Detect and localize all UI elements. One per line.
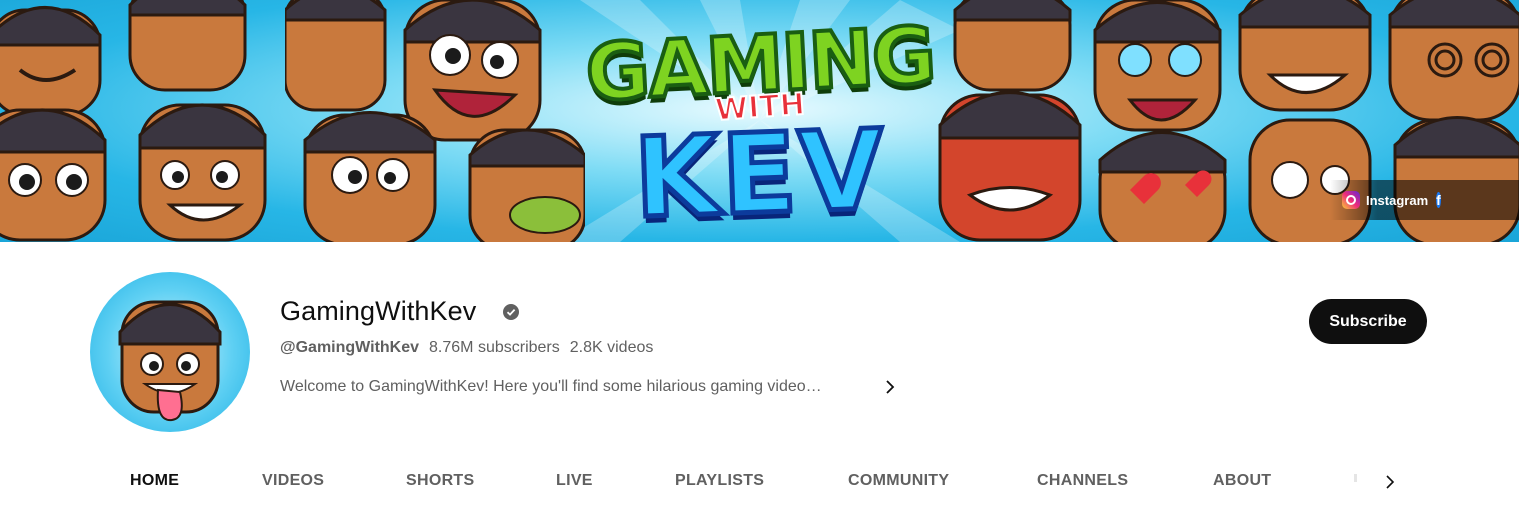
tab-playlists[interactable]: PLAYLISTS — [675, 456, 764, 507]
channel-handle: @GamingWithKev — [280, 339, 420, 356]
facebook-link[interactable]: f — [1436, 190, 1441, 210]
banner-logo-kev: KEV — [630, 103, 891, 242]
tab-shorts[interactable]: SHORTS — [406, 456, 474, 507]
channel-avatar[interactable] — [90, 272, 250, 432]
tab-overflow-fade — [1354, 474, 1357, 482]
tab-channels[interactable]: CHANNELS — [1037, 456, 1128, 507]
tab-live[interactable]: LIVE — [556, 456, 593, 507]
chevron-right-icon[interactable] — [880, 377, 900, 397]
instagram-link[interactable]: Instagram — [1342, 191, 1428, 209]
channel-banner: GAMING WITH KEV Instagram f — [0, 0, 1519, 242]
instagram-link-label: Instagram — [1366, 192, 1429, 208]
avatar-character-image — [118, 300, 222, 422]
instagram-icon — [1342, 191, 1360, 209]
channel-description[interactable]: Welcome to GamingWithKev! Here you'll fi… — [280, 378, 822, 396]
tab-videos[interactable]: VIDEOS — [262, 456, 324, 507]
subscribe-button[interactable]: Subscribe — [1309, 299, 1427, 344]
tab-home[interactable]: HOME — [130, 456, 179, 507]
channel-tabs: HOME VIDEOS SHORTS LIVE PLAYLISTS COMMUN… — [95, 456, 1425, 507]
banner-character-group-left — [0, 0, 267, 242]
tab-community[interactable]: COMMUNITY — [848, 456, 949, 507]
channel-name: GamingWithKev — [280, 296, 477, 326]
tab-about[interactable]: ABOUT — [1213, 456, 1271, 507]
banner-character-group-center-right — [938, 0, 1227, 242]
banner-logo: GAMING WITH KEV — [560, 9, 960, 242]
video-count: 2.8K videos — [569, 339, 654, 356]
facebook-icon: f — [1436, 192, 1441, 208]
verified-check-icon — [503, 304, 519, 320]
tabs-scroll-right-icon[interactable] — [1380, 472, 1400, 492]
channel-meta: @GamingWithKev 8.76M subscribers 2.8K vi… — [280, 339, 653, 357]
banner-links: Instagram f — [1330, 180, 1519, 220]
subscriber-count: 8.76M subscribers — [429, 339, 560, 356]
banner-character-group-center-left — [285, 0, 585, 242]
